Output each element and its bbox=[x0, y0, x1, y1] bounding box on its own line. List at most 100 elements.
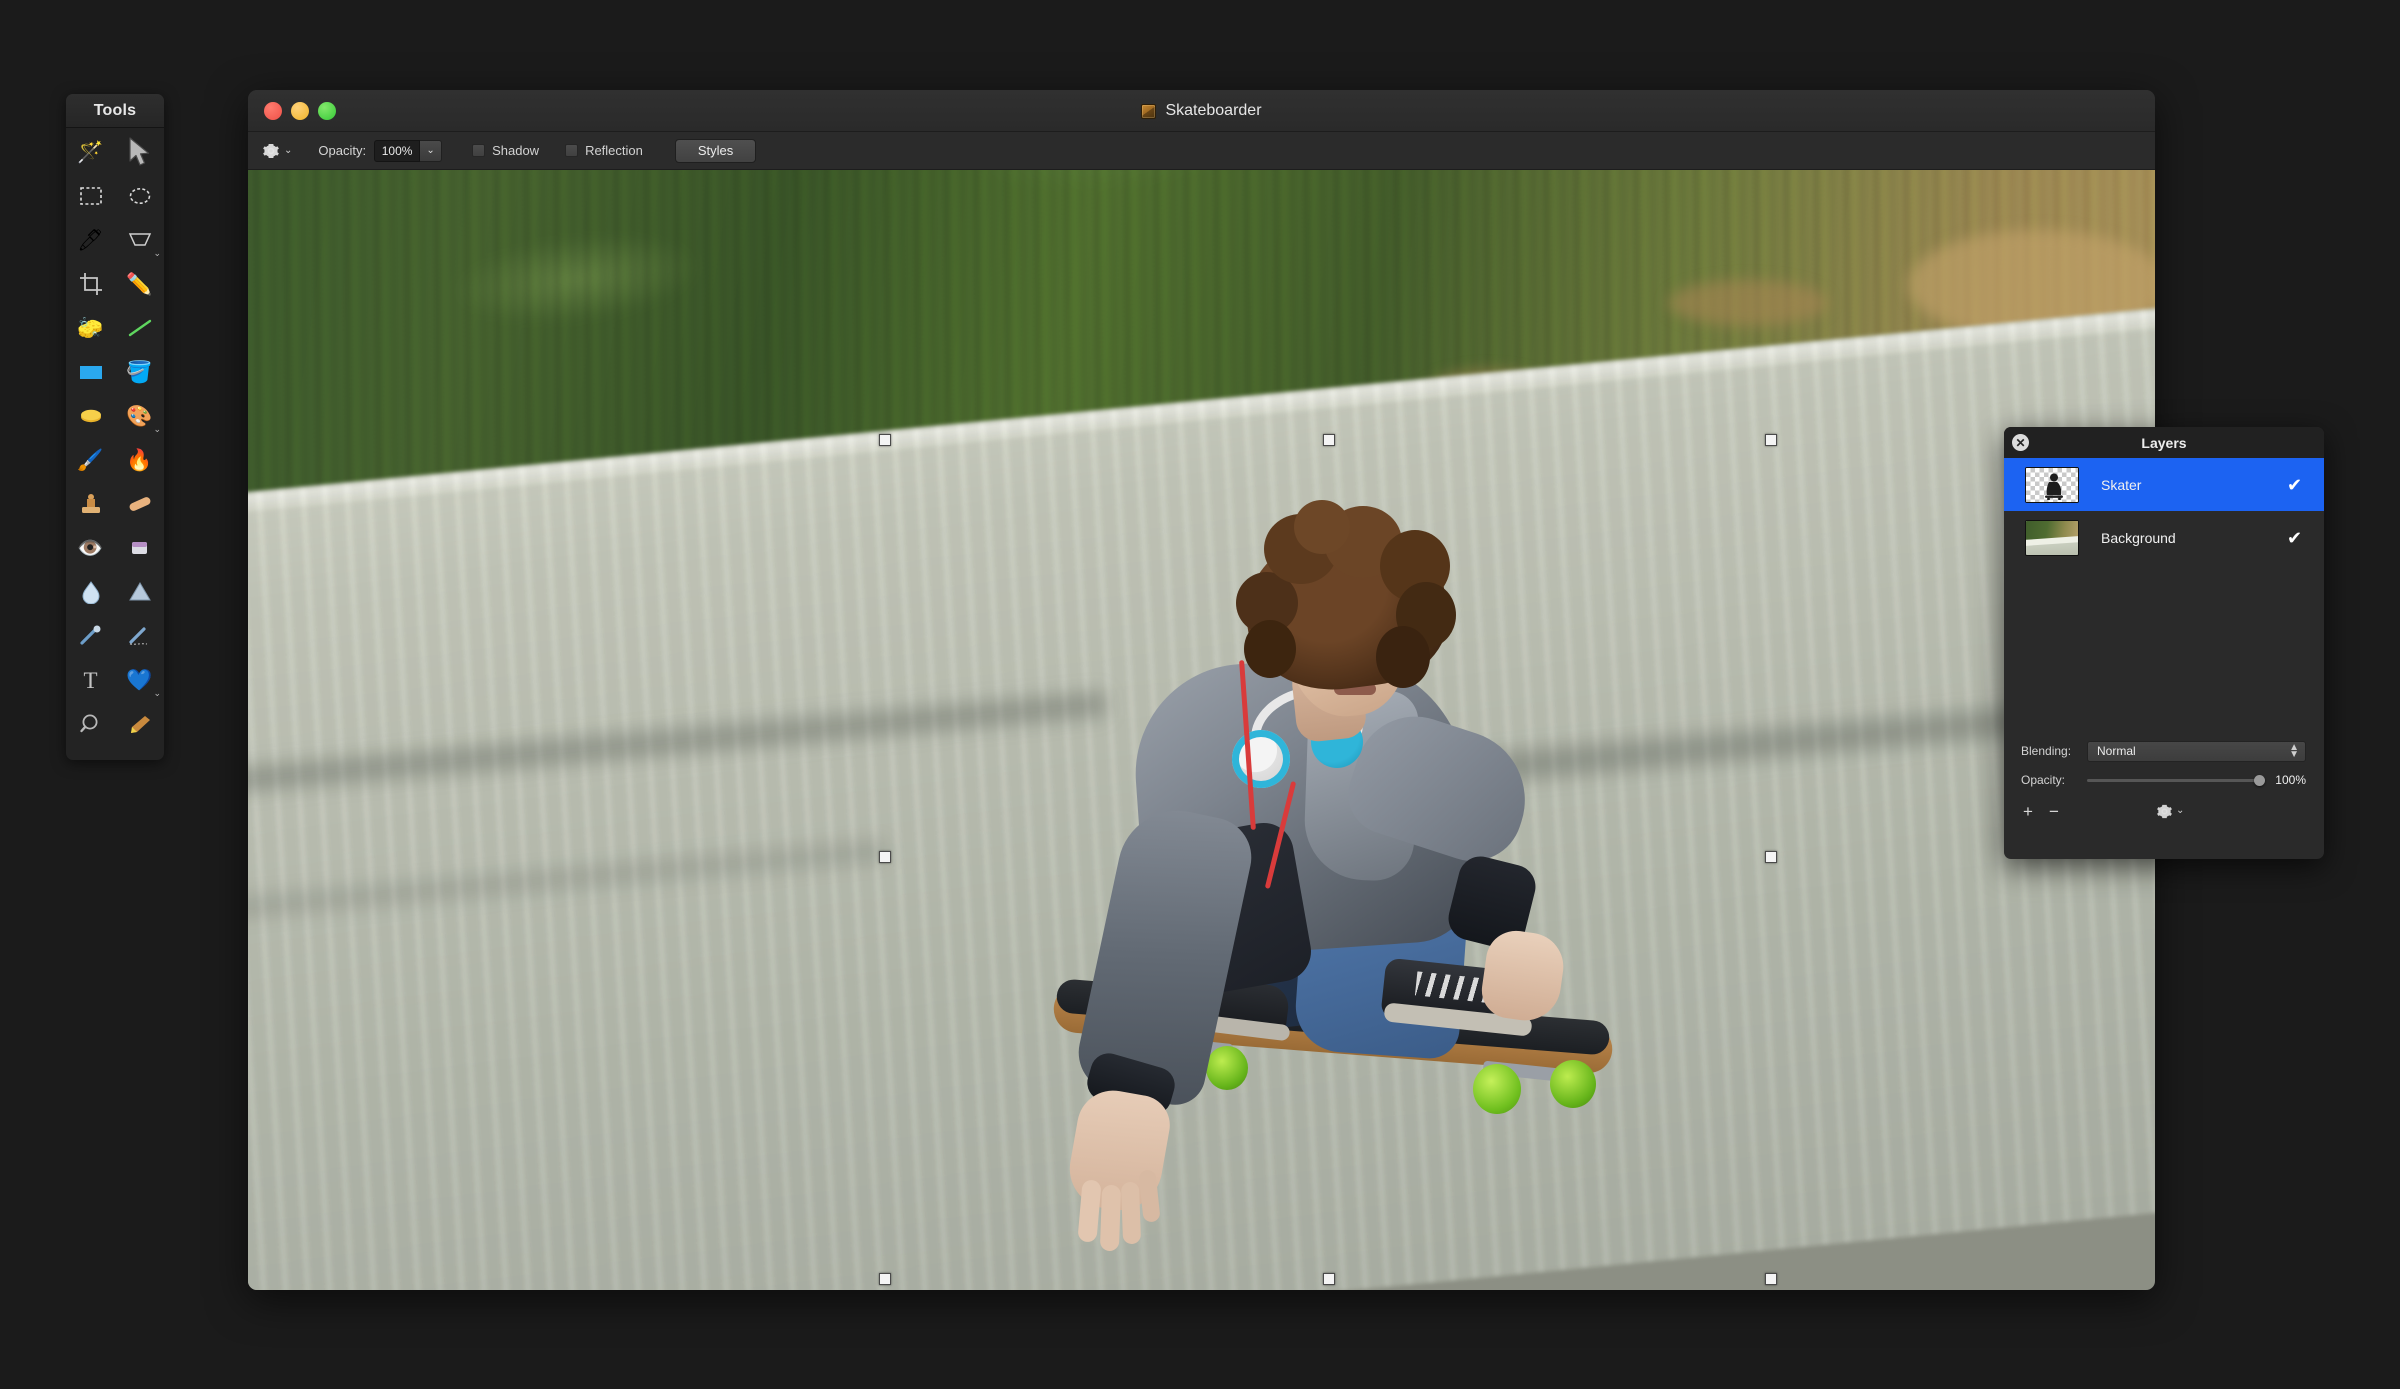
polygon-lasso-icon bbox=[127, 230, 153, 250]
shape-heart-tool[interactable]: 💙⌄ bbox=[115, 658, 164, 702]
styles-label: Styles bbox=[698, 143, 733, 158]
opacity-label: Opacity: bbox=[318, 143, 366, 158]
bandage-icon bbox=[127, 494, 153, 514]
blending-row: Blending: Normal ▲▼ bbox=[2021, 736, 2324, 766]
chevron-down-icon[interactable]: ⌄ bbox=[153, 249, 161, 258]
rectangle-shape-icon bbox=[78, 362, 104, 382]
layers-controls: Blending: Normal ▲▼ Opacity: 100% bbox=[2004, 736, 2324, 794]
skateboard-wheel bbox=[1550, 1060, 1596, 1108]
tools-panel-title: Tools bbox=[94, 102, 136, 120]
zoom-window-button[interactable] bbox=[318, 102, 336, 120]
bandage-heal-tool[interactable] bbox=[115, 482, 164, 526]
tools-panel-titlebar[interactable]: Tools bbox=[66, 94, 164, 128]
gear-icon bbox=[2156, 803, 2173, 820]
clone-stamp-tool[interactable] bbox=[66, 482, 115, 526]
tools-panel: Tools 🪄 🖊 bbox=[66, 94, 164, 760]
pointer-tool[interactable] bbox=[115, 130, 164, 174]
chevron-down-icon[interactable]: ⌄ bbox=[153, 425, 161, 434]
reflection-checkbox-group[interactable]: Reflection bbox=[565, 143, 643, 158]
shadow-checkbox[interactable] bbox=[472, 144, 485, 157]
retouch-tool[interactable] bbox=[115, 702, 164, 746]
layers-list-empty-space[interactable] bbox=[2004, 564, 2324, 736]
window-title: Skateboarder bbox=[1165, 102, 1261, 120]
close-window-button[interactable] bbox=[264, 102, 282, 120]
blur-tool[interactable] bbox=[66, 570, 115, 614]
reflection-checkbox[interactable] bbox=[565, 144, 578, 157]
layers-options-menu-button[interactable]: ⌄ bbox=[2156, 803, 2184, 820]
brush-tool[interactable]: 🖌️ bbox=[66, 438, 115, 482]
layer-thumbnail-skater[interactable] bbox=[2025, 467, 2079, 503]
selection-handle-bottom-left[interactable] bbox=[879, 1273, 891, 1285]
opacity-dropdown-button[interactable]: ⌄ bbox=[420, 140, 442, 162]
reflection-label: Reflection bbox=[585, 143, 643, 158]
zoom-tool[interactable] bbox=[66, 702, 115, 746]
magic-wand-tool[interactable]: 🪄 bbox=[66, 130, 115, 174]
dropper-icon bbox=[78, 625, 104, 647]
opacity-input[interactable]: 100% bbox=[374, 140, 420, 162]
styles-button[interactable]: Styles bbox=[675, 139, 756, 163]
layer-row-skater[interactable]: Skater ✔ bbox=[2004, 458, 2324, 511]
layer-opacity-slider[interactable] bbox=[2087, 779, 2262, 782]
gradient-tool[interactable] bbox=[66, 394, 115, 438]
chevron-down-icon: ⌄ bbox=[2176, 806, 2184, 816]
magic-wand-icon: 🪄 bbox=[77, 142, 103, 163]
sharpen-tool[interactable] bbox=[115, 570, 164, 614]
traffic-light-buttons bbox=[264, 102, 336, 120]
gradient-icon bbox=[78, 406, 104, 426]
skater-figure[interactable] bbox=[1128, 540, 1848, 1290]
eraser-tool[interactable]: 🧽 bbox=[66, 306, 115, 350]
selection-handle-top-left[interactable] bbox=[879, 434, 891, 446]
selection-handle-bottom-right[interactable] bbox=[1765, 1273, 1777, 1285]
layer-thumbnail-background[interactable] bbox=[2025, 520, 2079, 556]
settings-gear-button[interactable]: ⌄ bbox=[262, 142, 292, 160]
layer-visibility-checkbox-skater[interactable]: ✔ bbox=[2285, 475, 2304, 494]
blending-mode-value: Normal bbox=[2097, 744, 2136, 758]
blending-label: Blending: bbox=[2021, 744, 2087, 758]
selection-handle-top-center[interactable] bbox=[1323, 434, 1335, 446]
skater-silhouette-icon bbox=[2043, 473, 2065, 500]
layer-opacity-label: Opacity: bbox=[2021, 773, 2087, 787]
sponge-tool[interactable] bbox=[115, 526, 164, 570]
skateboard-wheel bbox=[1473, 1064, 1521, 1114]
image-canvas[interactable] bbox=[248, 170, 2155, 1290]
selection-handle-bottom-center[interactable] bbox=[1323, 1273, 1335, 1285]
window-titlebar[interactable]: Skateboarder bbox=[248, 90, 2155, 132]
pen-path-tool[interactable] bbox=[115, 614, 164, 658]
shadow-checkbox-group[interactable]: Shadow bbox=[472, 143, 539, 158]
dropper-tool[interactable] bbox=[66, 614, 115, 658]
remove-layer-button[interactable]: − bbox=[2049, 803, 2059, 820]
layer-visibility-checkbox-background[interactable]: ✔ bbox=[2285, 528, 2304, 547]
pencil-tool[interactable]: ✏️ bbox=[115, 262, 164, 306]
layers-panel-titlebar[interactable]: ✕ Layers bbox=[2004, 427, 2324, 458]
layers-panel: ✕ Layers Skater ✔ bbox=[2004, 427, 2324, 859]
close-icon[interactable]: ✕ bbox=[2012, 434, 2029, 451]
chevron-down-icon[interactable]: ⌄ bbox=[284, 146, 292, 156]
layer-row-background[interactable]: Background ✔ bbox=[2004, 511, 2324, 564]
dirt-patch bbox=[1668, 280, 1828, 326]
add-layer-button[interactable]: + bbox=[2023, 803, 2033, 820]
layer-opacity-slider-knob[interactable] bbox=[2254, 775, 2265, 786]
canvas-area[interactable] bbox=[248, 170, 2155, 1290]
crop-icon bbox=[79, 272, 103, 296]
minimize-window-button[interactable] bbox=[291, 102, 309, 120]
elliptical-marquee-tool[interactable] bbox=[115, 174, 164, 218]
line-icon bbox=[127, 318, 153, 338]
line-tool[interactable] bbox=[115, 306, 164, 350]
rectangular-marquee-tool[interactable] bbox=[66, 174, 115, 218]
polygon-lasso-tool[interactable]: ⌄ bbox=[115, 218, 164, 262]
red-eye-tool[interactable]: 👁️ bbox=[66, 526, 115, 570]
crop-tool[interactable] bbox=[66, 262, 115, 306]
text-tool[interactable]: T bbox=[66, 658, 115, 702]
blending-mode-select[interactable]: Normal ▲▼ bbox=[2087, 741, 2306, 762]
elliptical-marquee-icon bbox=[128, 186, 152, 206]
lasso-tool[interactable]: 🖊 bbox=[66, 218, 115, 262]
selection-handle-middle-right[interactable] bbox=[1765, 851, 1777, 863]
chevron-down-icon[interactable]: ⌄ bbox=[153, 689, 161, 698]
selection-handle-top-right[interactable] bbox=[1765, 434, 1777, 446]
smudge-tool[interactable]: 🔥 bbox=[115, 438, 164, 482]
paint-bucket-tool[interactable]: 🪣 bbox=[115, 350, 164, 394]
headphone-earcup-left bbox=[1232, 730, 1290, 788]
selection-handle-middle-left[interactable] bbox=[879, 851, 891, 863]
rectangle-shape-tool[interactable] bbox=[66, 350, 115, 394]
color-palette-tool[interactable]: 🎨⌄ bbox=[115, 394, 164, 438]
